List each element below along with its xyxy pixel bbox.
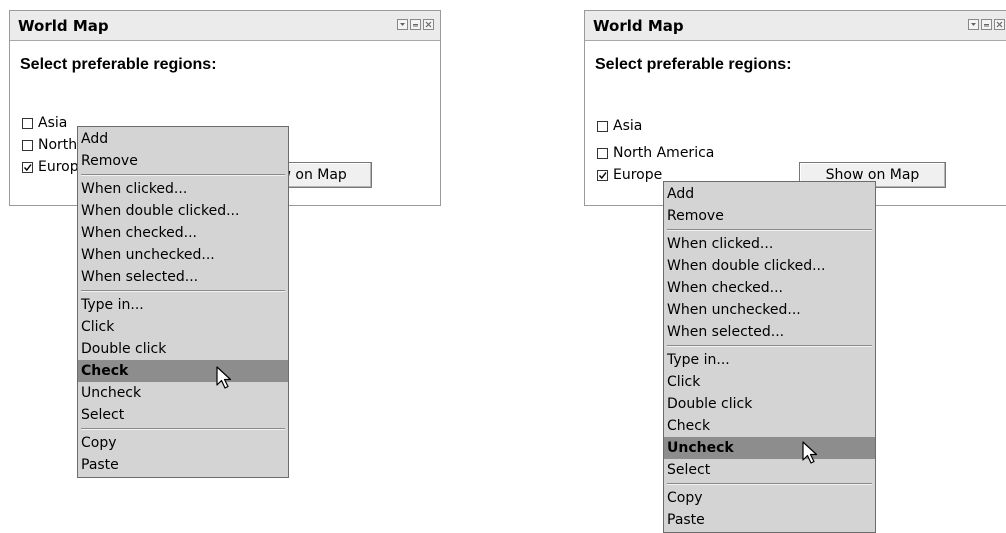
checkbox-label: North America [613, 145, 715, 161]
menu-item-copy[interactable]: Copy [78, 432, 288, 454]
menu-separator [667, 229, 872, 231]
menu-separator [81, 428, 285, 430]
menu-item-copy[interactable]: Copy [664, 487, 875, 509]
checkbox-box[interactable] [597, 120, 608, 132]
checkbox-box[interactable] [597, 147, 608, 159]
menu-item-when-selected[interactable]: When selected... [78, 266, 288, 288]
window-controls [968, 19, 1005, 30]
menu-item-double-click[interactable]: Double click [664, 393, 875, 415]
close-icon[interactable] [423, 19, 434, 30]
checkmark-icon [598, 171, 607, 179]
checkbox-box[interactable] [597, 169, 608, 181]
menu-item-uncheck[interactable]: Uncheck [664, 437, 875, 459]
menu-item-add[interactable]: Add [78, 128, 288, 150]
menu-icon[interactable] [397, 19, 408, 30]
minimize-icon[interactable] [981, 19, 992, 30]
menu-item-when-double-clicked[interactable]: When double clicked... [78, 200, 288, 222]
menu-separator [667, 483, 872, 485]
menu-separator [81, 174, 285, 176]
menu-item-when-clicked[interactable]: When clicked... [78, 178, 288, 200]
menu-item-check[interactable]: Check [664, 415, 875, 437]
checkbox-label: Asia [38, 115, 68, 131]
close-icon[interactable] [994, 19, 1005, 30]
menu-item-remove[interactable]: Remove [78, 150, 288, 172]
menu-icon[interactable] [968, 19, 979, 30]
checkbox-box[interactable] [22, 139, 33, 151]
checkbox-label: Europe [613, 167, 663, 183]
menu-item-type-in[interactable]: Type in... [78, 294, 288, 316]
menu-separator [667, 345, 872, 347]
checkbox-europe[interactable]: Europe [597, 165, 662, 185]
checkbox-box[interactable] [22, 161, 33, 173]
menu-item-select[interactable]: Select [664, 459, 875, 481]
panel-title: World Map [18, 17, 109, 35]
menu-item-remove[interactable]: Remove [664, 205, 875, 227]
menu-item-click[interactable]: Click [664, 371, 875, 393]
menu-item-check[interactable]: Check [78, 360, 288, 382]
menu-item-when-checked[interactable]: When checked... [78, 222, 288, 244]
menu-item-when-selected[interactable]: When selected... [664, 321, 875, 343]
checkmark-icon [23, 163, 32, 171]
mouse-cursor-icon [216, 366, 232, 389]
world-map-panel-right: World Map Select preferable regions: Asi… [584, 10, 1006, 206]
checkbox-asia[interactable]: Asia [22, 113, 67, 133]
checkbox-box[interactable] [22, 117, 33, 129]
minimize-icon[interactable] [410, 19, 421, 30]
panel-titlebar: World Map [585, 11, 1006, 41]
menu-separator [81, 290, 285, 292]
menu-item-paste[interactable]: Paste [78, 454, 288, 476]
regions-heading: Select preferable regions: [20, 56, 217, 73]
menu-item-select[interactable]: Select [78, 404, 288, 426]
checkbox-north-america[interactable]: North America [597, 143, 714, 163]
menu-item-when-clicked[interactable]: When clicked... [664, 233, 875, 255]
menu-item-type-in[interactable]: Type in... [664, 349, 875, 371]
menu-item-uncheck[interactable]: Uncheck [78, 382, 288, 404]
context-menu-right: Add Remove When clicked... When double c… [663, 181, 876, 533]
menu-item-click[interactable]: Click [78, 316, 288, 338]
window-controls [397, 19, 434, 30]
menu-item-paste[interactable]: Paste [664, 509, 875, 531]
menu-item-when-unchecked[interactable]: When unchecked... [78, 244, 288, 266]
panel-titlebar: World Map [10, 11, 440, 41]
context-menu-left: Add Remove When clicked... When double c… [77, 126, 289, 478]
menu-item-when-double-clicked[interactable]: When double clicked... [664, 255, 875, 277]
checkbox-asia[interactable]: Asia [597, 116, 642, 136]
menu-item-add[interactable]: Add [664, 183, 875, 205]
menu-item-when-checked[interactable]: When checked... [664, 277, 875, 299]
mouse-cursor-icon [802, 441, 818, 464]
menu-item-when-unchecked[interactable]: When unchecked... [664, 299, 875, 321]
checkbox-label: Asia [613, 118, 643, 134]
panel-title: World Map [593, 17, 684, 35]
menu-item-double-click[interactable]: Double click [78, 338, 288, 360]
regions-heading: Select preferable regions: [595, 56, 792, 73]
